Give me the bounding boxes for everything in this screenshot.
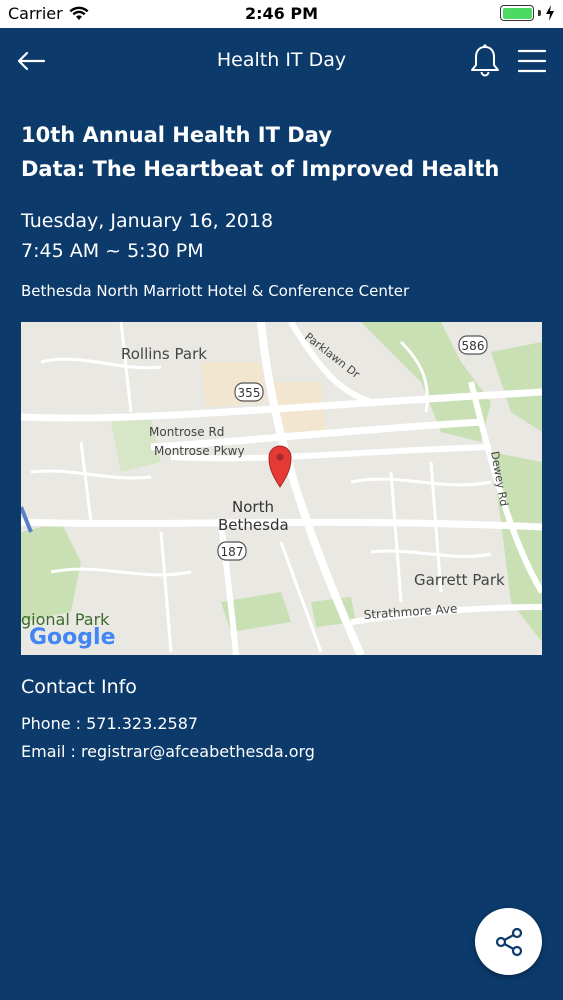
map-label-bethesda: Bethesda [218, 516, 289, 534]
status-bar: Carrier 2:46 PM [0, 0, 563, 28]
map-label-montrose-rd: Montrose Rd [149, 425, 224, 439]
event-title-line1: 10th Annual Health IT Day [21, 123, 332, 147]
share-icon [495, 927, 522, 956]
route-187-label: 187 [221, 545, 244, 559]
event-details: 10th Annual Health IT Day Data: The Hear… [21, 118, 543, 302]
battery-cap [538, 10, 541, 16]
event-title-line2: Data: The Heartbeat of Improved Health [21, 157, 500, 181]
map-label-garrett-park: Garrett Park [414, 571, 505, 589]
status-time: 2:46 PM [244, 4, 318, 23]
battery-icon [500, 5, 534, 21]
route-shield-586: 586 [458, 335, 488, 355]
bell-icon[interactable] [469, 44, 501, 78]
google-logo: Google [29, 625, 116, 650]
contact-email[interactable]: Email : registrar@afceabethesda.org [21, 742, 315, 761]
event-date: Tuesday, January 16, 2018 [21, 210, 274, 232]
event-venue: Bethesda North Marriott Hotel & Conferen… [21, 282, 410, 300]
route-586-label: 586 [462, 339, 485, 353]
route-shield-187: 187 [217, 541, 247, 561]
contact-phone[interactable]: Phone : 571.323.2587 [21, 714, 198, 733]
location-map[interactable]: 586 355 187 Rollins Park Montrose Rd Mon… [21, 322, 542, 655]
charging-icon [546, 5, 554, 21]
map-canvas[interactable]: 586 355 187 Rollins Park Montrose Rd Mon… [21, 322, 542, 655]
status-right [500, 5, 555, 21]
event-time: 7:45 AM ~ 5:30 PM [21, 240, 204, 262]
menu-icon[interactable] [517, 48, 547, 74]
contact-heading: Contact Info [21, 676, 137, 698]
map-label-montrose-pkwy: Montrose Pkwy [154, 444, 245, 458]
nav-bar: Health IT Day [0, 28, 563, 94]
map-label-rollins-park: Rollins Park [121, 345, 207, 363]
map-label-north: North [232, 498, 274, 516]
share-button[interactable] [475, 908, 542, 975]
route-355-label: 355 [238, 386, 261, 400]
route-shield-355: 355 [234, 382, 264, 402]
